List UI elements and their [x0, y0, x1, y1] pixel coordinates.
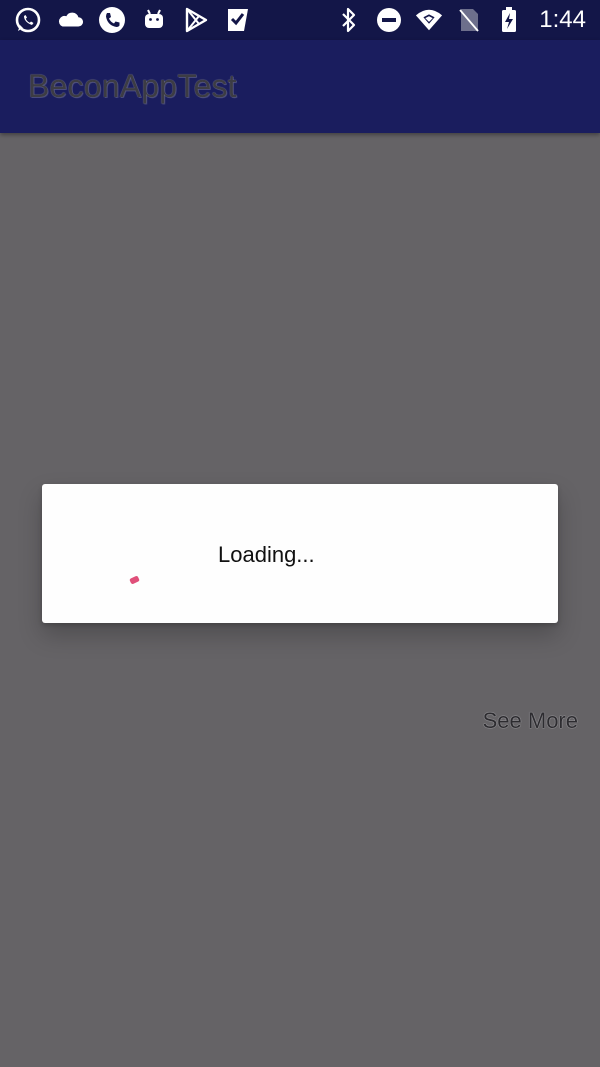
- checkmark-icon: [224, 6, 252, 34]
- loading-message: Loading...: [218, 542, 315, 567]
- do-not-disturb-icon: [375, 6, 403, 34]
- whatsapp-icon: [14, 6, 42, 34]
- app-bar: BeconAppTest: [0, 40, 600, 133]
- cloud-icon: [56, 6, 84, 34]
- battery-icon: [495, 6, 523, 34]
- wifi-icon: [415, 6, 443, 34]
- clock: 1:44: [539, 6, 586, 33]
- notification-icons: [14, 0, 252, 40]
- status-bar: 1:44: [0, 0, 600, 40]
- system-icons: 1:44: [335, 0, 586, 40]
- loading-spinner: [129, 575, 140, 585]
- phone-icon: [98, 6, 126, 34]
- no-sim-icon: [455, 6, 483, 34]
- loading-dialog: Loading...: [42, 484, 558, 623]
- play-store-icon: [182, 6, 210, 34]
- android-icon: [140, 6, 168, 34]
- bluetooth-icon: [335, 6, 363, 34]
- see-more-button[interactable]: See More: [483, 708, 578, 734]
- app-title: BeconAppTest: [28, 68, 237, 104]
